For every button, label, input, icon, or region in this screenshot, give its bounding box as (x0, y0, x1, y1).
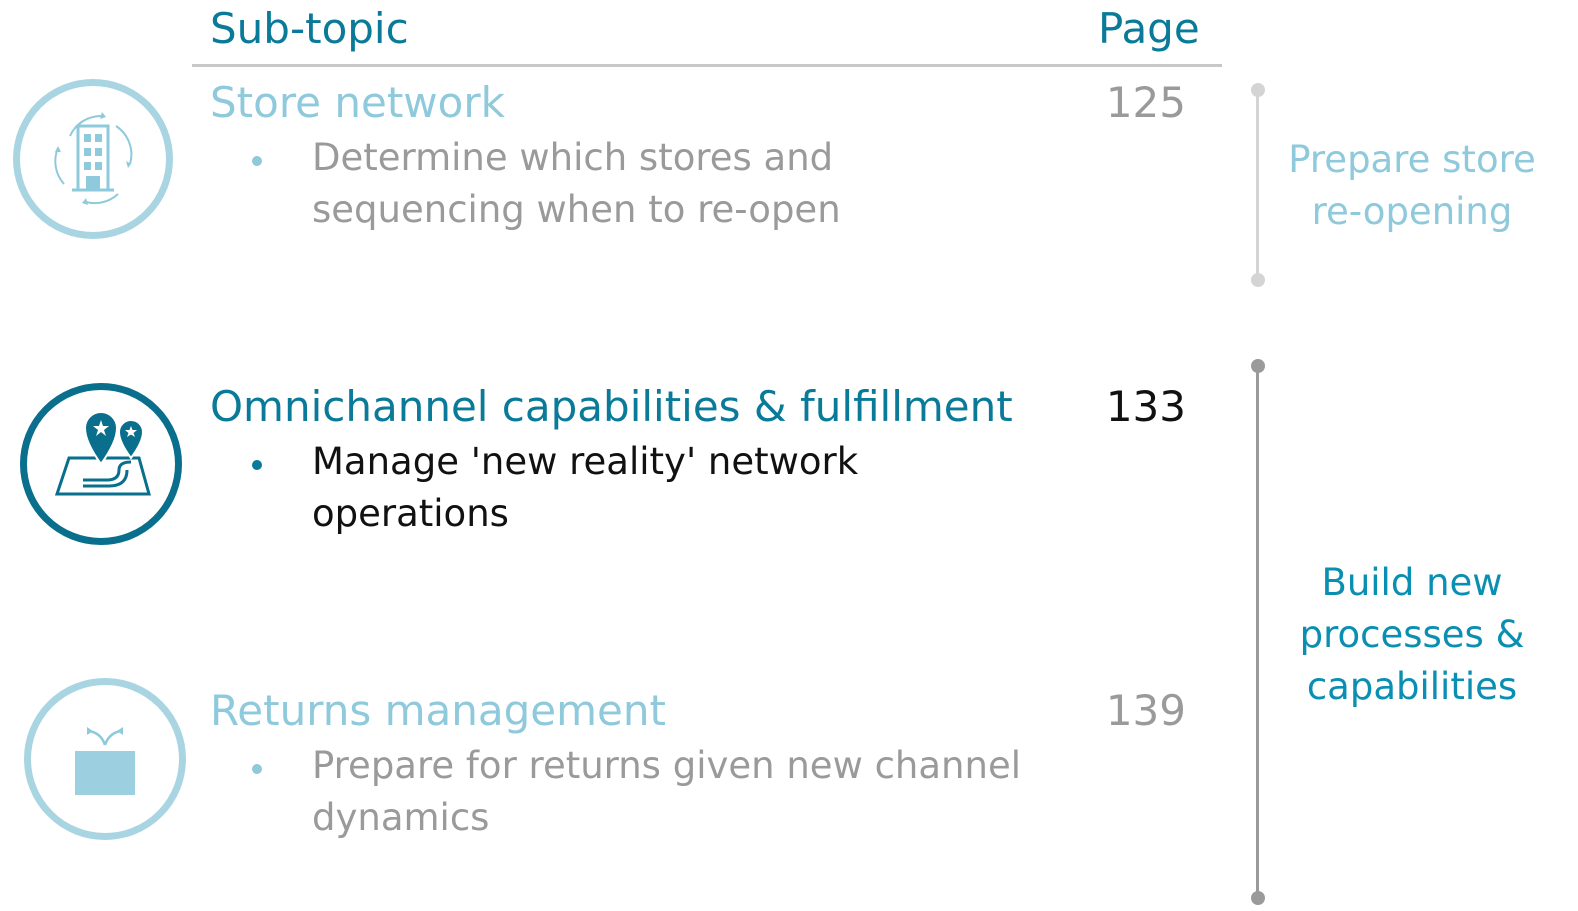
map-pins-route-icon (54, 411, 151, 496)
bullet-dot (252, 156, 262, 166)
topic-title-returns: Returns management (210, 686, 666, 735)
topic-page-omnichannel: 133 (1105, 382, 1186, 431)
bullet-dot (252, 460, 262, 470)
phase-label-build: Build new processes & capabilities (1299, 561, 1525, 708)
bullet-dot (252, 764, 262, 774)
building-cycle-icon (54, 112, 133, 205)
header-divider (192, 64, 1222, 67)
topic-bullet-returns: Prepare for returns given new channel dy… (312, 744, 1021, 839)
phase-bracket-line (1256, 366, 1259, 898)
return-box-icon (75, 727, 135, 795)
phase-bracket-cap-bottom (1251, 273, 1265, 287)
topic-page-store-network: 125 (1105, 78, 1186, 127)
topic-title-omnichannel: Omnichannel capabilities & fulfillment (210, 382, 1013, 431)
store-network-icon-circle (13, 79, 173, 239)
topic-bullet-omnichannel: Manage 'new reality' network operations (312, 440, 859, 535)
omnichannel-icon-circle (20, 383, 182, 545)
topic-page-returns: 139 (1105, 686, 1186, 735)
subtopic-header: Sub-topic (210, 4, 409, 53)
phase-bracket-cap-bottom (1251, 891, 1265, 905)
phase-bracket-line (1256, 90, 1259, 280)
returns-icon-circle (24, 678, 186, 840)
page-header: Page (1098, 4, 1200, 53)
topic-bullet-store-network: Determine which stores and sequencing wh… (312, 136, 841, 231)
topic-title-store-network: Store network (210, 78, 505, 127)
phase-label-prepare: Prepare store re-opening (1288, 138, 1536, 233)
